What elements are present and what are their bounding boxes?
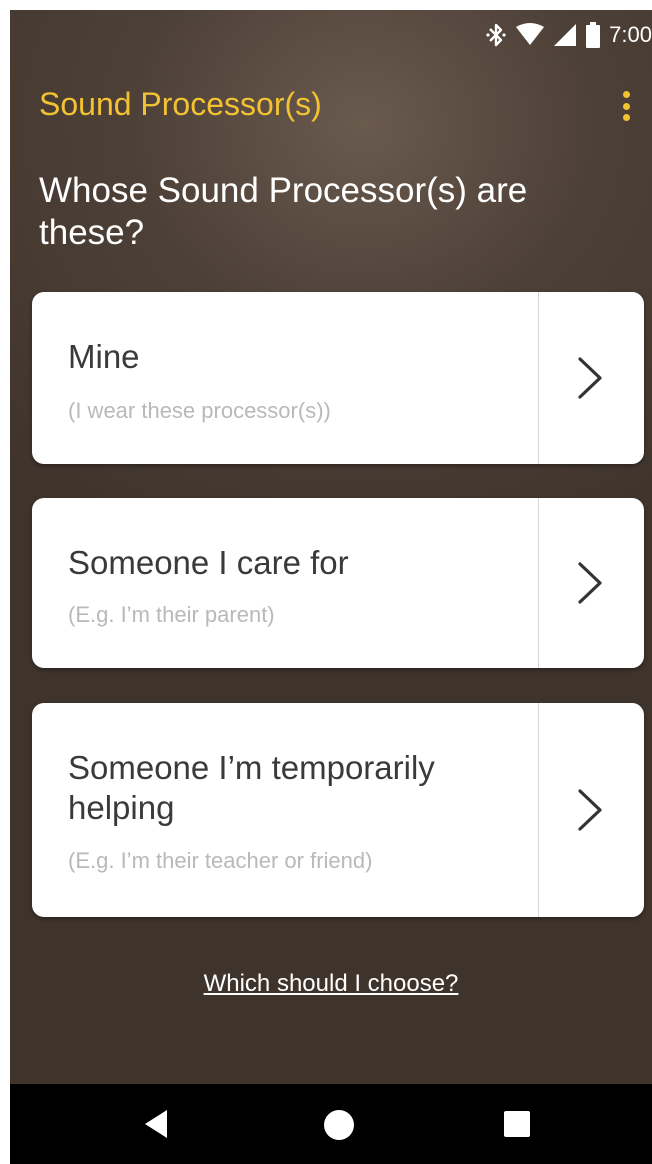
option-title: Someone I care for: [68, 544, 349, 581]
clock: 7:00: [609, 22, 652, 47]
back-icon[interactable]: [143, 1108, 169, 1140]
menu-dot: [622, 102, 630, 110]
option-mine[interactable]: Mine (I wear these processor(s)): [32, 292, 644, 464]
option-subtitle: (I wear these processor(s)): [68, 398, 331, 423]
option-subtitle: (E.g. I’m their parent): [68, 602, 275, 627]
help-link[interactable]: Which should I choose?: [10, 970, 652, 998]
chevron-right-icon[interactable]: [576, 356, 604, 400]
battery-icon: [586, 22, 601, 48]
cellular-signal-icon: [554, 24, 577, 46]
navigation-bar: [10, 1084, 652, 1164]
divider: [538, 292, 539, 464]
question-heading: Whose Sound Processor(s) are these?: [39, 171, 528, 252]
option-title: Mine: [68, 338, 140, 375]
chevron-right-icon[interactable]: [576, 561, 604, 605]
divider: [538, 703, 539, 917]
menu-dot: [622, 114, 630, 121]
bluetooth-icon: [486, 23, 506, 47]
option-temporarily-helping[interactable]: Someone I’m temporarily helping (E.g. I’…: [32, 703, 644, 917]
recents-icon[interactable]: [504, 1111, 530, 1137]
status-icons: 7:00: [485, 20, 652, 50]
option-title: Someone I’m temporarily helping: [68, 749, 435, 826]
wifi-icon: [516, 23, 545, 45]
app-title: Sound Processor(s): [39, 86, 322, 122]
option-someone-i-care-for[interactable]: Someone I care for (E.g. I’m their paren…: [32, 498, 644, 668]
chevron-right-icon[interactable]: [576, 788, 604, 832]
home-icon[interactable]: [324, 1110, 354, 1140]
phone-screen: 7:00 Sound Processor(s) Whose Sound Proc…: [10, 10, 652, 1164]
menu-dot: [622, 91, 630, 98]
divider: [538, 498, 539, 668]
status-bar: 7:00: [10, 10, 652, 60]
option-subtitle: (E.g. I’m their teacher or friend): [68, 848, 373, 873]
overflow-menu-icon[interactable]: [614, 88, 638, 124]
